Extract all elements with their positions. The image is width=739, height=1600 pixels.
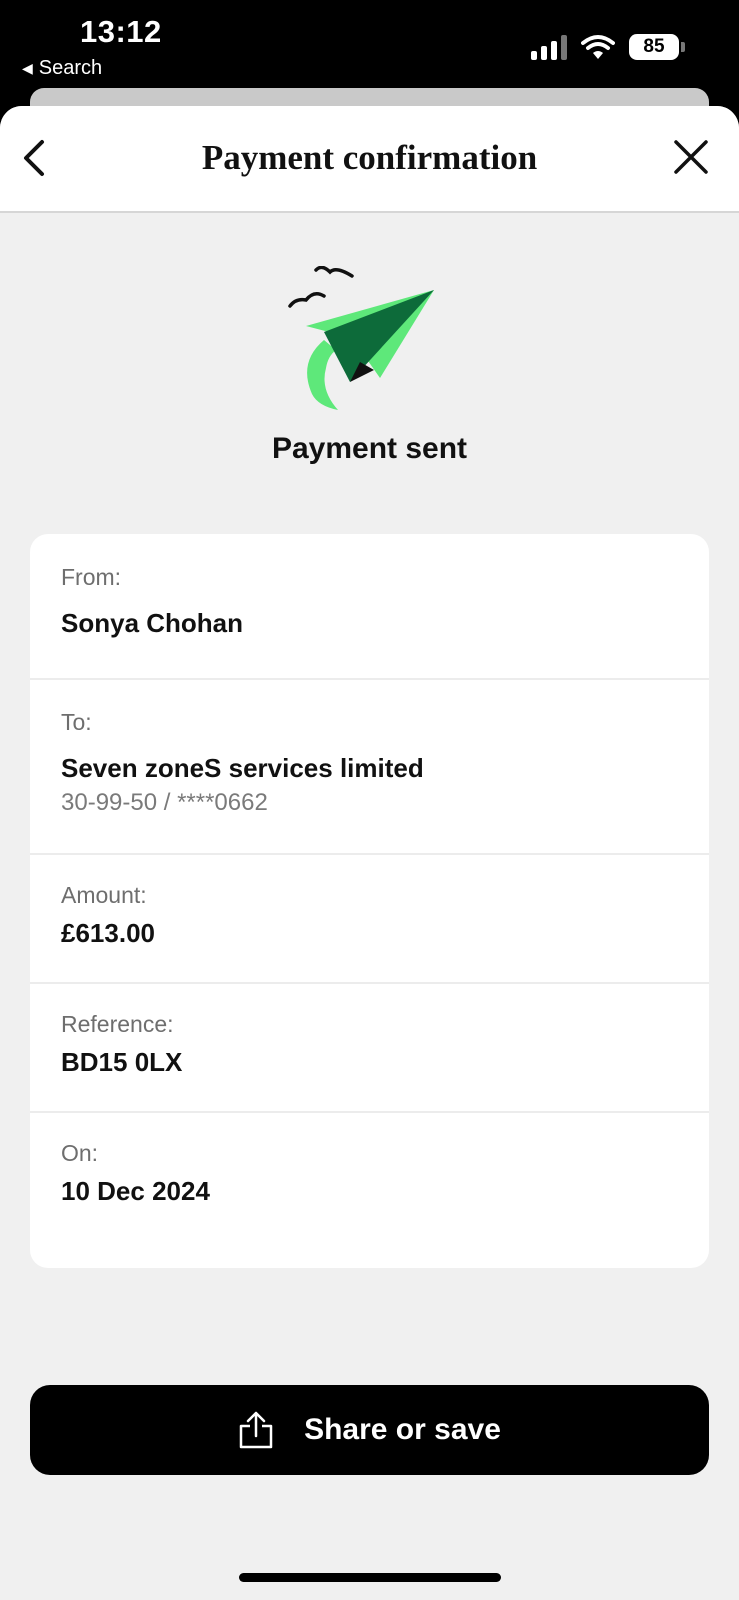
back-triangle-icon: ◀ — [22, 60, 33, 76]
page-title: Payment confirmation — [201, 138, 538, 177]
status-time: 13:12 — [80, 14, 162, 49]
date-label: On: — [61, 1140, 99, 1166]
payment-confirmation-sheet: Payment confirmation Payment sent From: … — [0, 106, 739, 1600]
nav-bar: Payment confirmation — [0, 106, 739, 213]
to-value: Seven zoneS services limited — [61, 753, 424, 783]
back-to-app-link[interactable]: ◀ Search — [22, 57, 102, 80]
share-button-label: Share or save — [304, 1413, 501, 1446]
reference-value: BD15 0LX — [61, 1047, 183, 1077]
paper-plane-illustration — [288, 266, 434, 410]
to-account-number: 30-99-50 / ****0662 — [61, 789, 268, 816]
detail-row-from: From: Sonya Chohan — [30, 534, 709, 680]
reference-label: Reference: — [61, 1011, 174, 1037]
amount-value: £613.00 — [61, 918, 155, 948]
home-indicator[interactable] — [239, 1573, 501, 1582]
to-label: To: — [61, 709, 92, 735]
wifi-icon — [581, 35, 615, 59]
battery-icon: 85 — [629, 34, 685, 60]
back-to-app-label: Search — [38, 57, 103, 79]
detail-row-reference: Reference: BD15 0LX — [30, 983, 709, 1113]
share-or-save-button[interactable]: Share or save — [30, 1385, 709, 1475]
date-value: 10 Dec 2024 — [61, 1176, 210, 1206]
close-icon[interactable] — [671, 137, 711, 177]
from-label: From: — [61, 564, 122, 590]
detail-row-to: To: Seven zoneS services limited 30-99-5… — [30, 679, 709, 855]
status-icons: 85 — [531, 34, 685, 60]
from-value: Sonya Chohan — [61, 608, 244, 638]
payment-details-card: From: Sonya Chohan To: Seven zoneS servi… — [30, 534, 709, 1268]
payment-status-title: Payment sent — [271, 432, 468, 465]
detail-row-amount: Amount: £613.00 — [30, 854, 709, 984]
cellular-signal-icon — [531, 34, 567, 60]
detail-row-date: On: 10 Dec 2024 — [30, 1112, 709, 1268]
amount-label: Amount: — [61, 882, 147, 908]
share-icon — [239, 1411, 273, 1449]
